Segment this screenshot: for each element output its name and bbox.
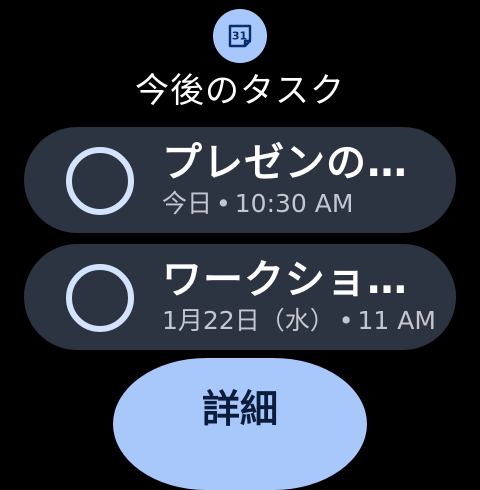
page-title: 今後のタスク	[135, 71, 345, 111]
details-button-label: 詳細	[201, 387, 278, 431]
task-time: 10:30 AM	[234, 189, 354, 218]
task-item[interactable]: プレゼンの… 今日 • 10:30 AM	[24, 127, 456, 233]
calendar-icon: 31	[228, 24, 252, 48]
task-date: 今日	[162, 189, 213, 218]
task-time: 11 AM	[357, 306, 436, 335]
details-button[interactable]: 詳細	[113, 358, 367, 490]
circle-outline-icon[interactable]	[66, 264, 134, 332]
task-title: ワークショ…	[162, 257, 408, 303]
task-item[interactable]: ワークショ… 1月22日（水） • 11 AM	[24, 244, 456, 350]
calendar-icon-date: 31	[232, 30, 247, 43]
task-datetime: 1月22日（水） • 11 AM	[162, 304, 436, 338]
circle-outline-icon[interactable]	[66, 147, 134, 215]
calendar-app-icon: 31	[213, 9, 267, 63]
task-date: 1月22日（水）	[162, 306, 335, 335]
separator-dot: •	[216, 189, 231, 218]
separator-dot: •	[338, 306, 354, 335]
task-title: プレゼンの…	[162, 140, 408, 186]
task-datetime: 今日 • 10:30 AM	[162, 187, 353, 221]
